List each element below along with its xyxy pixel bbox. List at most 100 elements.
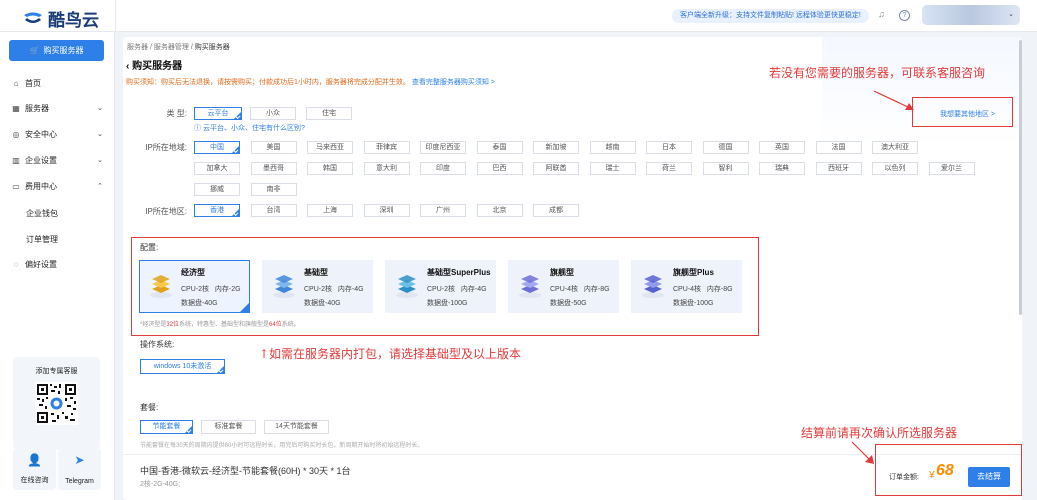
telegram-label: Telegram (65, 478, 94, 485)
help-circle-icon: ⓘ (194, 125, 201, 132)
country-option[interactable]: 日本 (646, 141, 692, 154)
country-option[interactable]: 挪威 (194, 183, 240, 196)
country-option[interactable]: 巴西 (476, 162, 523, 175)
wallet-icon: ▭ (12, 181, 20, 191)
breadcrumb-item-server-management[interactable]: 服务器管理 (154, 44, 189, 51)
sidebar-item-security[interactable]: ◎ 安全中心 ⌄ (0, 126, 115, 142)
region-option[interactable]: 上海 (307, 204, 353, 217)
os-selector[interactable]: windows 10未激活 (140, 359, 225, 374)
buy-server-button[interactable]: 🛒 购买服务器 (9, 40, 104, 61)
country-option[interactable]: 西班牙 (815, 162, 862, 175)
annotation-box-checkout (875, 444, 1022, 496)
region-option[interactable]: 北京 (476, 204, 523, 217)
user-menu[interactable]: ⌄ (922, 5, 1020, 25)
chevron-down-icon: ⌄ (97, 157, 103, 164)
headset-icon[interactable]: ♫ (876, 10, 887, 21)
type-label: 类 型: (166, 109, 187, 118)
country-option[interactable]: 泰国 (476, 141, 523, 154)
region-option[interactable]: 广州 (420, 204, 466, 217)
country-option[interactable]: 智利 (702, 162, 749, 175)
region-option[interactable]: 香港 (194, 204, 240, 217)
country-option[interactable]: 阿联酋 (533, 162, 579, 175)
card-background (822, 37, 1022, 147)
chevron-down-icon: ⌄ (97, 105, 103, 112)
sidebar-item-label: 安全中心 (25, 129, 57, 139)
os-label: 操作系统: (140, 340, 175, 349)
type-help-text: 云平台、小众、住宅有什么区别? (202, 125, 305, 132)
country-option[interactable]: 韩国 (307, 162, 353, 175)
chevron-left-icon[interactable]: ‹ (126, 61, 129, 72)
sidebar-item-label: 偏好设置 (25, 259, 57, 269)
country-option[interactable]: 英国 (759, 141, 805, 154)
sidebar-item-enterprise[interactable]: ▥ 企业设置 ⌄ (0, 152, 115, 168)
country-option[interactable]: 美国 (250, 141, 297, 154)
country-option[interactable]: 德国 (702, 141, 749, 154)
logo-text: 酷鸟云 (48, 11, 99, 31)
breadcrumb-separator: / (149, 44, 152, 51)
country-option[interactable]: 马来西亚 (307, 141, 353, 154)
country-option[interactable]: 印度 (420, 162, 466, 175)
shield-icon: ◎ (12, 129, 20, 139)
breadcrumb: 服务器 / 服务器管理 / 购买服务器 (127, 42, 230, 52)
type-option-cloud[interactable]: 云平台 (194, 107, 242, 120)
online-consult-button[interactable]: 👤 在线咨询 (13, 448, 56, 490)
package-option-14day-eco[interactable]: 14天节能套餐 (264, 420, 329, 434)
region-option[interactable]: 深圳 (363, 204, 410, 217)
country-option[interactable]: 越南 (589, 141, 636, 154)
annotation-arrow-icon (851, 441, 874, 464)
annotation-contact-note: 若没有您需要的服务器，可联系客服咨询 (769, 66, 986, 80)
country-option[interactable]: 意大利 (363, 162, 410, 175)
sidebar-item-wallet[interactable]: 企业钱包 (26, 208, 58, 219)
chevron-down-icon: ⌄ (1008, 11, 1014, 18)
annotation-confirm-note: 结算前请再次确认所选服务器 (801, 426, 958, 440)
country-option[interactable]: 中国 (194, 141, 240, 154)
country-option[interactable]: 荷兰 (646, 162, 692, 175)
package-option-standard[interactable]: 标准套餐 (201, 420, 256, 434)
sidebar-item-server[interactable]: ▦ 服务器 ⌄ (0, 100, 115, 116)
country-option[interactable]: 法国 (815, 141, 862, 154)
annotation-box-other-region (912, 97, 1013, 127)
top-bar: 酷鸟云 客户端全新升级：支持文件复制粘贴! 远程体验更快更稳定! ♫ ? ⌄ (0, 0, 1037, 32)
breadcrumb-item-server[interactable]: 服务器 (127, 44, 148, 51)
sidebar-item-label: 企业设置 (25, 155, 57, 165)
sidebar-item-orders[interactable]: 订单管理 (26, 234, 58, 245)
purchase-notice-text: 购买须知：购买后无法退换，请按需购买；付款成功后1小时内，服务器将完成分配并生效… (126, 79, 410, 86)
package-note: 节能套餐在每30天的周期内提供60小时可远程时长，用完后可购买时长包，新周期开始… (140, 443, 424, 449)
telegram-button[interactable]: ➤ Telegram (58, 448, 101, 490)
type-option-niche[interactable]: 小众 (250, 107, 296, 120)
chevron-down-icon: ⌄ (97, 131, 103, 138)
country-option[interactable]: 瑞士 (589, 162, 636, 175)
sidebar-item-preferences[interactable]: ◌ 偏好设置 (0, 256, 115, 272)
purchase-notice-link[interactable]: 查看完整服务器购买须知 > (412, 79, 495, 86)
update-notice[interactable]: 客户端全新升级：支持文件复制粘贴! 远程体验更快更稳定! (672, 9, 869, 23)
buy-server-label: 购买服务器 (43, 46, 84, 55)
type-option-residential[interactable]: 住宅 (306, 107, 352, 120)
sidebar-item-label: 费用中心 (25, 181, 57, 191)
region-option[interactable]: 成都 (533, 204, 579, 217)
country-option[interactable]: 加拿大 (194, 162, 240, 175)
order-summary-spec: 2核-2G-40G; (140, 481, 181, 488)
country-option[interactable]: 新加坡 (533, 141, 579, 154)
logo-mark-icon (24, 12, 42, 23)
scrollbar[interactable] (1019, 40, 1022, 315)
type-help-link[interactable]: ⓘ 云平台、小众、住宅有什么区别? (194, 123, 305, 133)
country-option[interactable]: 南非 (250, 183, 297, 196)
sidebar-item-home[interactable]: ⌂ 首页 (0, 75, 115, 91)
country-option[interactable]: 印度尼西亚 (420, 141, 466, 154)
annotation-pack-note: ↑如需在服务器内打包，请选择基础型及以上版本 (259, 347, 522, 361)
country-option[interactable]: 澳大利亚 (872, 141, 918, 154)
country-option[interactable]: 墨西哥 (250, 162, 297, 175)
package-option-eco[interactable]: 节能套餐 (140, 420, 193, 434)
breadcrumb-separator: / (190, 44, 193, 51)
logo[interactable]: 酷鸟云 (22, 6, 99, 31)
promo-title: 添加专属客服 (35, 368, 78, 375)
sidebar-item-label: 首页 (25, 78, 41, 88)
help-icon[interactable]: ? (899, 10, 910, 21)
country-option[interactable]: 瑞典 (759, 162, 805, 175)
country-option[interactable]: 菲律宾 (363, 141, 410, 154)
sidebar-item-billing[interactable]: ▭ 费用中心 ⌃ (0, 178, 115, 194)
country-option[interactable]: 爱尔兰 (928, 162, 975, 175)
region-option[interactable]: 台湾 (250, 204, 297, 217)
country-option[interactable]: 以色列 (872, 162, 918, 175)
breadcrumb-current: 购买服务器 (194, 44, 230, 51)
